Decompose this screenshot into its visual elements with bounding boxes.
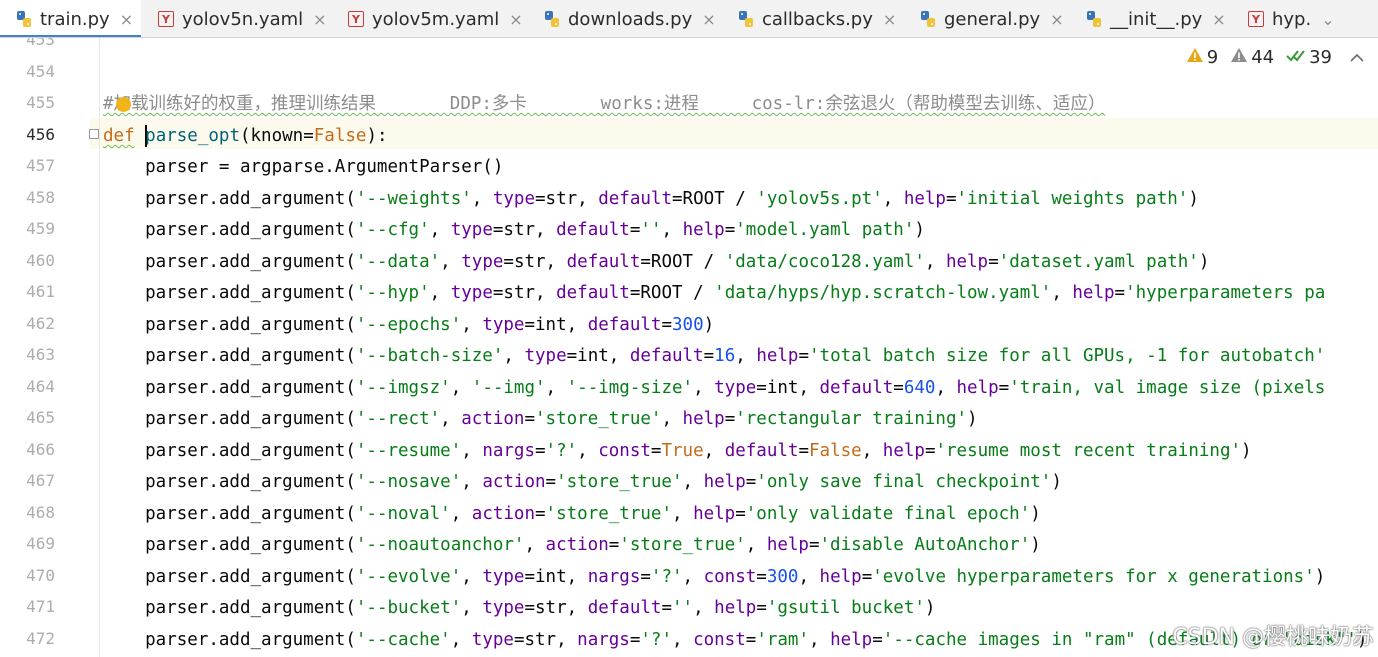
fold-guide [99, 38, 100, 657]
line-number: 469 [26, 534, 55, 553]
line-number: 453 [26, 38, 55, 49]
code-line[interactable]: parser.add_argument('--imgsz', '--img', … [103, 373, 1325, 404]
tab-downloads-py[interactable]: downloads.py × [528, 0, 721, 37]
weak-warning-count[interactable]: 44 [1230, 47, 1274, 68]
close-tab-icon[interactable]: × [883, 10, 896, 29]
line-number: 472 [26, 629, 55, 648]
code-line[interactable]: parser.add_argument('--rect', action='st… [103, 404, 977, 435]
tab-label: general.py [944, 8, 1041, 30]
watermark: CSDN @樱桃味奶苏 [1172, 625, 1374, 650]
editor-tab-bar: train.py × Yyolov5n.yaml × Yyolov5m.yaml × dow… [0, 0, 1378, 38]
typo-count-value: 39 [1309, 47, 1332, 68]
python-file-icon [918, 9, 938, 29]
tab-overflow-chevron-icon[interactable]: ⌄ [1321, 10, 1334, 29]
warning-icon [1186, 47, 1204, 68]
code-line[interactable]: parser.add_argument('--hyp', type=str, d… [103, 278, 1325, 309]
line-number: 464 [26, 377, 55, 396]
python-file-icon [14, 9, 34, 29]
code-line[interactable]: parser.add_argument('--weights', type=st… [103, 184, 1199, 215]
line-number: 457 [26, 156, 55, 175]
tab-yolov5n-yaml[interactable]: Yyolov5n.yaml × [142, 0, 331, 37]
function-name: parse_opt [145, 126, 240, 146]
def-keyword: def [103, 126, 135, 146]
double-check-icon [1286, 47, 1306, 68]
tab-yolov5m-yaml[interactable]: Yyolov5m.yaml × [332, 0, 527, 37]
code-line[interactable]: parser.add_argument('--cfg', type=str, d… [103, 215, 925, 246]
code-line-def[interactable]: def parse_opt(known=False): [103, 121, 388, 152]
close-tab-icon[interactable]: × [509, 10, 522, 29]
close-tab-icon[interactable]: × [1050, 10, 1063, 29]
code-comment: #加载训练好的权重，推理训练结果 DDP:多卡 works:进程 cos-lr:… [103, 94, 1106, 114]
code-line[interactable]: parser.add_argument('--noval', action='s… [103, 499, 1041, 530]
code-line[interactable]: parser.add_argument('--nosave', action='… [103, 467, 1062, 498]
code-editor[interactable]: 453 454 455 456 457 458 459 460 461 462 463 464 465 4… [0, 38, 1378, 657]
code-line[interactable]: parser.add_argument('--epochs', type=int… [103, 310, 714, 341]
line-number: 468 [26, 503, 55, 522]
line-number: 470 [26, 566, 55, 585]
line-number: 456 [26, 125, 55, 144]
tab-train-py[interactable]: train.py × [0, 0, 141, 37]
tab-label: callbacks.py [762, 8, 873, 30]
tab-callbacks-py[interactable]: callbacks.py × [722, 0, 903, 37]
line-number: 460 [26, 251, 55, 270]
line-number: 465 [26, 408, 55, 427]
code-line[interactable]: parser.add_argument('--evolve', type=int… [103, 562, 1325, 593]
tab-hyp-[interactable]: Yhyp. ⌄ [1232, 0, 1378, 37]
line-number: 463 [26, 345, 55, 364]
fold-marker-icon[interactable] [89, 129, 99, 139]
python-file-icon [736, 9, 756, 29]
warning-count-value: 9 [1206, 47, 1219, 68]
yaml-file-icon: Y [1246, 9, 1266, 29]
tab-general-py[interactable]: general.py × [904, 0, 1069, 37]
weak-warning-icon [1230, 47, 1248, 68]
def-params-b: ): [366, 126, 388, 146]
warning-count[interactable]: 9 [1186, 47, 1218, 68]
line-number: 471 [26, 597, 55, 616]
line-number: 454 [26, 62, 55, 81]
line-number: 459 [26, 219, 55, 238]
close-tab-icon[interactable]: × [313, 10, 326, 29]
line-number: 467 [26, 471, 55, 490]
yaml-file-icon: Y [156, 9, 176, 29]
tab-label: hyp. [1272, 8, 1312, 30]
close-tab-icon[interactable]: × [1212, 10, 1225, 29]
collapse-chevron-icon[interactable] [1350, 53, 1364, 63]
code-line[interactable]: parser.add_argument('--bucket', type=str… [103, 593, 935, 624]
line-number: 455 [26, 93, 55, 112]
tab-label: yolov5n.yaml [182, 8, 304, 30]
intention-bulb-icon[interactable] [116, 97, 131, 112]
close-tab-icon[interactable]: × [120, 10, 133, 29]
typo-count[interactable]: 39 [1286, 47, 1332, 68]
line-number-gutter: 453 454 455 456 457 458 459 460 461 462 463 464 465 4… [0, 38, 90, 657]
code-line[interactable]: parser.add_argument('--noautoanchor', ac… [103, 530, 1041, 561]
line-number: 458 [26, 188, 55, 207]
code-line[interactable]: parser = argparse.ArgumentParser() [103, 152, 503, 183]
yaml-file-icon: Y [346, 9, 366, 29]
code-line[interactable]: parser.add_argument('--resume', nargs='?… [103, 436, 1251, 467]
code-line[interactable]: parser.add_argument('--batch-size', type… [103, 341, 1325, 372]
code-line[interactable]: #加载训练好的权重，推理训练结果 DDP:多卡 works:进程 cos-lr:… [103, 89, 1105, 120]
inspection-widget[interactable]: 9 44 39 [1174, 47, 1364, 68]
python-file-icon [1084, 9, 1104, 29]
tab--init-py[interactable]: __init__.py × [1070, 0, 1231, 37]
tab-label: __init__.py [1110, 8, 1203, 30]
line-number: 462 [26, 314, 55, 333]
python-file-icon [542, 9, 562, 29]
def-params-a: (known= [239, 126, 314, 146]
weak-warning-count-value: 44 [1251, 47, 1275, 68]
tab-label: downloads.py [568, 8, 693, 30]
code-line[interactable]: parser.add_argument('--data', type=str, … [103, 247, 1209, 278]
line-number: 461 [26, 282, 55, 301]
close-tab-icon[interactable]: × [702, 10, 715, 29]
tab-label: train.py [40, 8, 110, 30]
line-number: 466 [26, 440, 55, 459]
def-false: False [313, 126, 367, 146]
tab-label: yolov5m.yaml [372, 8, 500, 30]
